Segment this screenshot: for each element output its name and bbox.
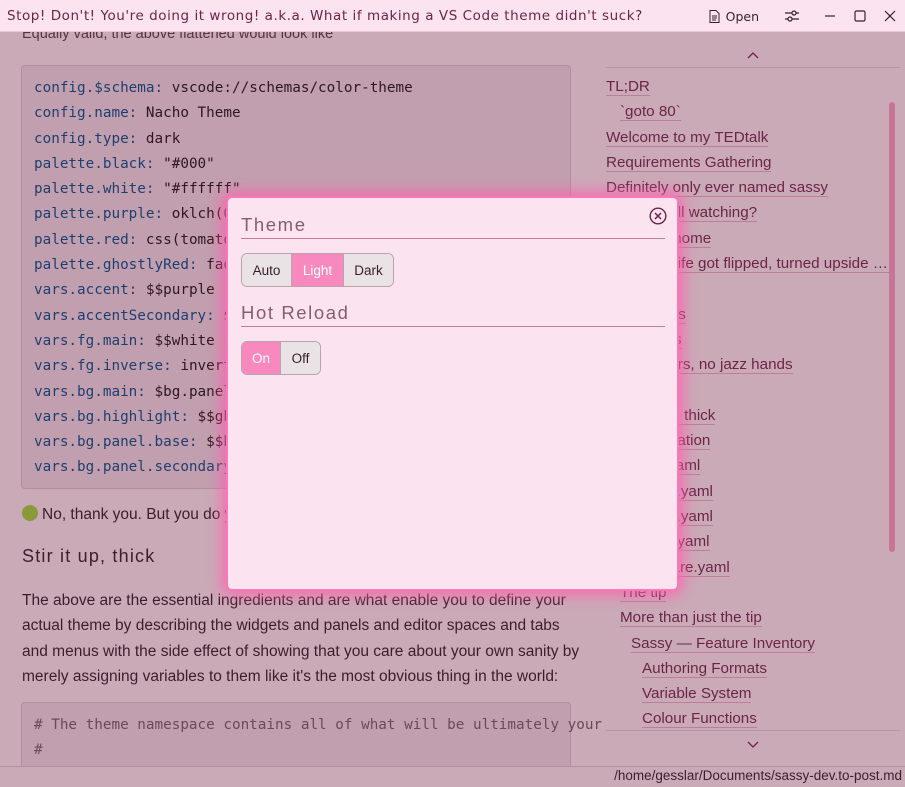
- code-value: Nacho Theme: [137, 105, 241, 122]
- theme-dark-button[interactable]: Dark: [344, 254, 393, 286]
- code-value: $$purple: [137, 282, 215, 299]
- nauseated-face-icon: [22, 505, 38, 521]
- code-key: vars.bg.panel.base:: [34, 434, 198, 451]
- title-bar-controls: Open: [709, 0, 905, 32]
- code-key: vars.bg.main:: [34, 383, 146, 400]
- code-line: palette.black: "#000": [34, 152, 558, 177]
- toc-item-label: TL;DR: [606, 78, 650, 96]
- toc-item[interactable]: `goto 80`: [606, 99, 894, 124]
- code-line: config.$schema: vscode://schemas/color-t…: [34, 76, 558, 101]
- toc-item[interactable]: Variable System: [606, 681, 894, 706]
- title-bar: Stop! Don't! You're doing it wrong! a.k.…: [0, 0, 905, 32]
- code-line: #: [34, 742, 43, 759]
- code-value: "#000": [154, 155, 215, 172]
- settings-modal: Theme Auto Light Dark Hot Reload On Off: [226, 196, 679, 591]
- toc-item-label: More than just the tip: [620, 609, 762, 628]
- code-key: config.name:: [34, 105, 138, 122]
- toc-item[interactable]: Welcome to my TEDtalk: [606, 125, 894, 150]
- toc-scrollbar[interactable]: [889, 102, 895, 552]
- hot-reload-on-button[interactable]: On: [242, 342, 281, 374]
- code-key: vars.bg.highlight:: [34, 408, 189, 425]
- code-key: palette.ghostlyRed:: [34, 257, 198, 274]
- toc-item[interactable]: Sassy — Feature Inventory: [606, 631, 894, 656]
- toc-item-label: `goto 80`: [620, 103, 681, 122]
- toc-item-label: Authoring Formats: [642, 659, 767, 678]
- close-circle-icon: [649, 207, 667, 225]
- theme-segmented-control: Auto Light Dark: [241, 253, 394, 287]
- section-divider: [241, 326, 665, 327]
- paragraph-fragment: Equally valid, the above flattened would…: [22, 32, 334, 42]
- code-key: palette.white:: [34, 181, 155, 198]
- open-button[interactable]: Open: [709, 9, 759, 24]
- theme-auto-button[interactable]: Auto: [242, 254, 292, 286]
- code-value: vscode://schemas/color-theme: [163, 80, 413, 96]
- file-path: /home/gesslar/Documents/sassy-dev.to-pos…: [614, 768, 902, 783]
- code-line: # The theme namespace contains all of wh…: [34, 717, 603, 733]
- toc-scroll-down-button[interactable]: [606, 730, 900, 758]
- paragraph-text: No, thank you. But you do y: [42, 506, 233, 523]
- code-key: vars.bg.panel.secondary:: [34, 459, 241, 476]
- code-value: $$white: [145, 332, 215, 349]
- code-value: dark: [137, 130, 181, 147]
- paragraph: The above are the essential ingredients …: [22, 592, 580, 685]
- maximize-icon[interactable]: [845, 0, 875, 32]
- hot-reload-off-button[interactable]: Off: [281, 342, 320, 374]
- code-key: config.$schema:: [34, 80, 164, 96]
- chevron-down-icon: [747, 741, 759, 748]
- code-key: palette.black:: [34, 155, 155, 172]
- close-icon[interactable]: [875, 0, 905, 32]
- open-button-label: Open: [725, 8, 759, 24]
- code-block: # The theme namespace contains all of wh…: [21, 702, 603, 766]
- chevron-up-icon: [747, 51, 759, 58]
- code-key: palette.purple:: [34, 206, 164, 223]
- settings-sliders-icon[interactable]: [777, 0, 807, 32]
- document-icon: [709, 9, 720, 23]
- toc-item[interactable]: Authoring Formats: [606, 656, 894, 681]
- minimize-icon[interactable]: [815, 0, 845, 32]
- window-title: Stop! Don't! You're doing it wrong! a.k.…: [7, 7, 643, 24]
- toc-item[interactable]: Requirements Gathering: [606, 150, 894, 175]
- toc-item-label: Welcome to my TEDtalk: [606, 128, 769, 147]
- code-key: config.type:: [34, 130, 138, 147]
- paragraph: No, thank you. But you do y: [22, 505, 232, 524]
- code-key: palette.red:: [34, 231, 138, 248]
- code-key: vars.fg.main:: [34, 332, 146, 349]
- theme-section-title: Theme: [241, 214, 307, 235]
- code-line: config.name: Nacho Theme: [34, 101, 558, 126]
- toc-item-label: Definitely only ever named sassy: [606, 179, 829, 198]
- code-line: config.type: dark: [34, 127, 558, 152]
- code-key: vars.fg.inverse:: [34, 358, 172, 375]
- toc-item[interactable]: TL;DR: [606, 74, 894, 99]
- hot-reload-section-title: Hot Reload: [241, 302, 350, 323]
- modal-close-button[interactable]: [649, 207, 667, 225]
- section-divider: [241, 238, 665, 239]
- toc-item-label: Colour Functions: [642, 710, 757, 729]
- code-value: "#ffffff": [154, 181, 241, 198]
- toc-item-label: Requirements Gathering: [606, 153, 772, 172]
- code-key: vars.accent:: [34, 282, 138, 299]
- status-bar: /home/gesslar/Documents/sassy-dev.to-pos…: [0, 766, 905, 787]
- code-key: vars.accentSecondary:: [34, 307, 215, 324]
- toc-item[interactable]: More than just the tip: [606, 605, 894, 630]
- toc-item-label: Variable System: [642, 685, 752, 704]
- toc-scroll-up-button[interactable]: [606, 42, 900, 68]
- toc-item-label: Sassy — Feature Inventory: [631, 634, 816, 653]
- hot-reload-segmented-control: On Off: [241, 341, 321, 375]
- section-heading: Stir it up, thick: [22, 546, 156, 566]
- theme-light-button[interactable]: Light: [292, 254, 344, 286]
- toc-item[interactable]: Colour Functions: [606, 706, 894, 731]
